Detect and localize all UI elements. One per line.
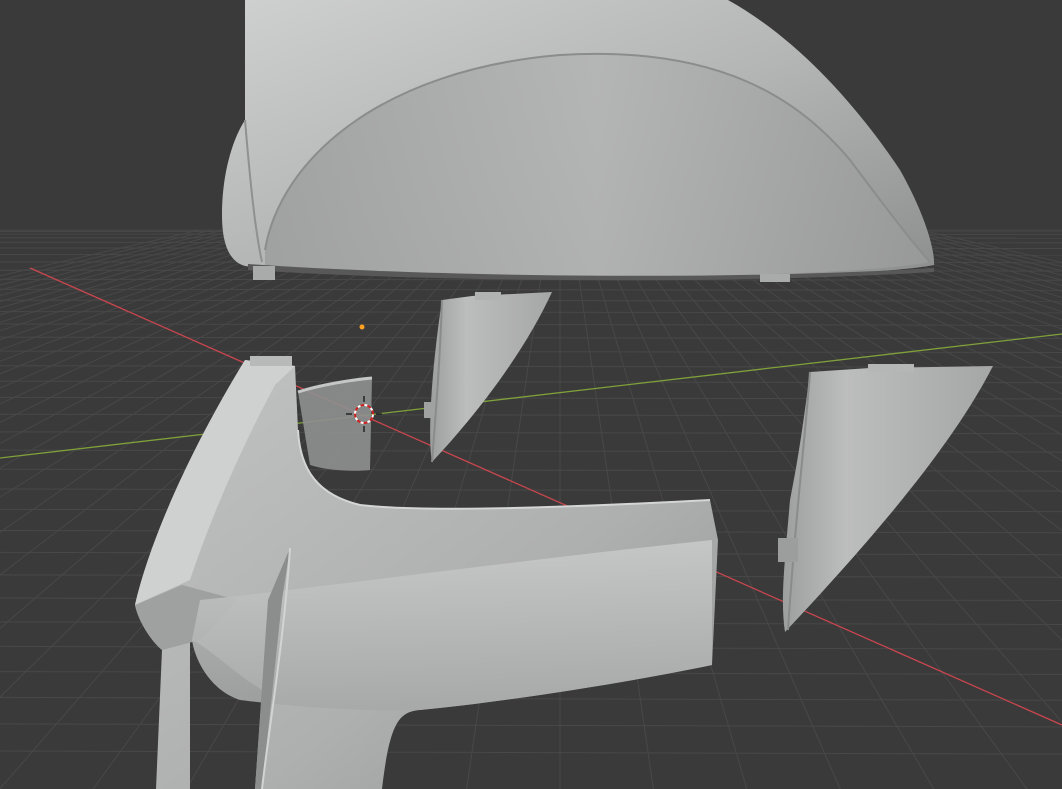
right-fin-side-tab <box>778 538 798 562</box>
grid-line <box>907 229 1062 267</box>
grid-line <box>883 229 1062 276</box>
grid-line <box>0 288 1062 291</box>
right-fin-top-tab <box>868 364 914 372</box>
object-origin-point <box>359 324 365 330</box>
dome-tab-left <box>253 266 275 280</box>
grid-line <box>895 229 1062 272</box>
helmet-right-fin-part[interactable] <box>778 364 993 632</box>
grid-line <box>739 229 1062 378</box>
dome-tab-right <box>760 274 790 282</box>
grid-line <box>919 229 1062 264</box>
small-fin-side-tab <box>424 402 434 418</box>
helmet-dome-part[interactable] <box>222 0 935 282</box>
grid-line <box>0 336 1062 339</box>
3d-viewport[interactable] <box>0 0 1062 789</box>
viewport-canvas[interactable] <box>0 0 1062 789</box>
helmet-inner-curve-part[interactable] <box>297 376 373 471</box>
guard-top-tab <box>250 356 292 366</box>
helmet-small-fin-part[interactable] <box>424 292 552 463</box>
small-fin-top-tab <box>475 292 501 300</box>
